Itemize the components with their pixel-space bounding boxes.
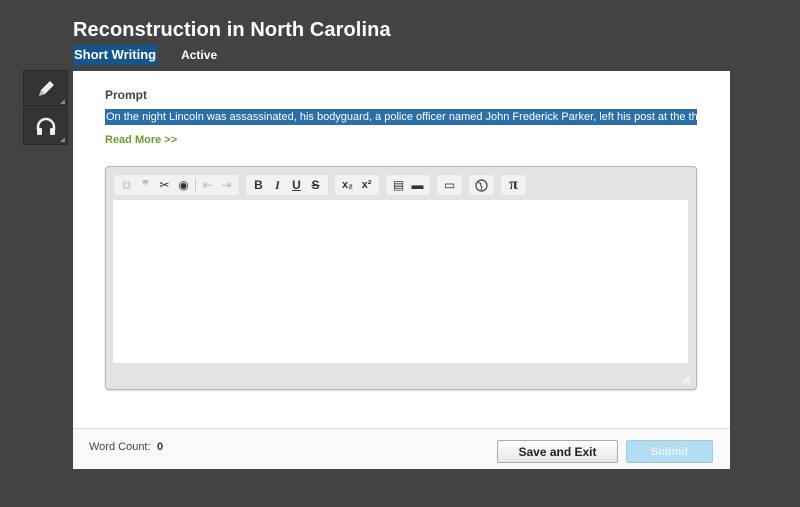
- word-count-value: 0: [157, 441, 164, 453]
- copy-icon[interactable]: ⧉: [117, 176, 136, 194]
- toolbar-group-textbox: ▭: [436, 174, 463, 196]
- side-toolbar: [23, 70, 68, 146]
- special-character-icon[interactable]: ◉: [174, 176, 193, 194]
- editor-resize-handle[interactable]: [681, 374, 690, 383]
- globe-icon[interactable]: [472, 176, 491, 194]
- toolbar-separator: [195, 178, 196, 192]
- annotate-tool-button[interactable]: [23, 70, 68, 107]
- prompt-heading: Prompt: [105, 88, 147, 102]
- read-more-link[interactable]: Read More >>: [105, 134, 177, 146]
- italic-button[interactable]: I: [268, 176, 287, 194]
- table-icon[interactable]: ▤: [389, 176, 408, 194]
- submit-button[interactable]: Submit: [626, 440, 713, 463]
- quote-icon[interactable]: ❞: [136, 176, 155, 194]
- panel-footer: Word Count: 0 Save and Exit Submit: [73, 428, 730, 469]
- superscript-button[interactable]: x²: [357, 176, 376, 194]
- toolbar-group-language: [468, 174, 495, 196]
- horizontal-line-icon[interactable]: ▬: [408, 176, 427, 194]
- tool-menu-indicator: [60, 99, 65, 104]
- editor-toolbar: ⧉ ❞ ✂ ◉ ⇤ ⇥ B I U S x₂ x² ▤ ▬ ▭ π: [113, 171, 689, 199]
- textbox-icon[interactable]: ▭: [440, 176, 459, 194]
- page-title: Reconstruction in North Carolina: [73, 19, 391, 41]
- toolbar-group-format: B I U S: [245, 174, 329, 196]
- tool-menu-indicator: [60, 137, 65, 142]
- cut-icon[interactable]: ✂: [155, 176, 174, 194]
- underline-button[interactable]: U: [287, 176, 306, 194]
- globe-icon-glyph: [475, 178, 488, 192]
- rich-text-editor: ⧉ ❞ ✂ ◉ ⇤ ⇥ B I U S x₂ x² ▤ ▬ ▭ π: [105, 166, 697, 390]
- activity-tabs: Short Writing Active: [73, 45, 217, 65]
- response-text-area[interactable]: [113, 200, 688, 363]
- pencil-icon: [38, 80, 54, 96]
- outdent-icon[interactable]: ⇤: [198, 176, 217, 194]
- prompt-text[interactable]: On the night Lincoln was assassinated, h…: [105, 109, 697, 125]
- strikethrough-button[interactable]: S: [306, 176, 325, 194]
- pi-math-button[interactable]: π: [504, 176, 523, 194]
- activity-type-tab[interactable]: Short Writing: [73, 45, 158, 65]
- toolbar-group-script: x₂ x²: [334, 174, 380, 196]
- listen-tool-button[interactable]: [23, 108, 68, 145]
- status-label: Active: [181, 48, 218, 62]
- bold-button[interactable]: B: [249, 176, 268, 194]
- toolbar-group-math: π: [500, 174, 527, 196]
- toolbar-group-clipboard: ⧉ ❞ ✂ ◉ ⇤ ⇥: [113, 174, 240, 196]
- indent-icon[interactable]: ⇥: [217, 176, 236, 194]
- headphones-icon: [36, 117, 55, 135]
- save-and-exit-button[interactable]: Save and Exit: [497, 440, 618, 463]
- word-count-label: Word Count:: [89, 441, 151, 453]
- subscript-button[interactable]: x₂: [338, 176, 357, 194]
- toolbar-group-insert: ▤ ▬: [385, 174, 431, 196]
- writing-panel: Prompt On the night Lincoln was assassin…: [73, 71, 730, 469]
